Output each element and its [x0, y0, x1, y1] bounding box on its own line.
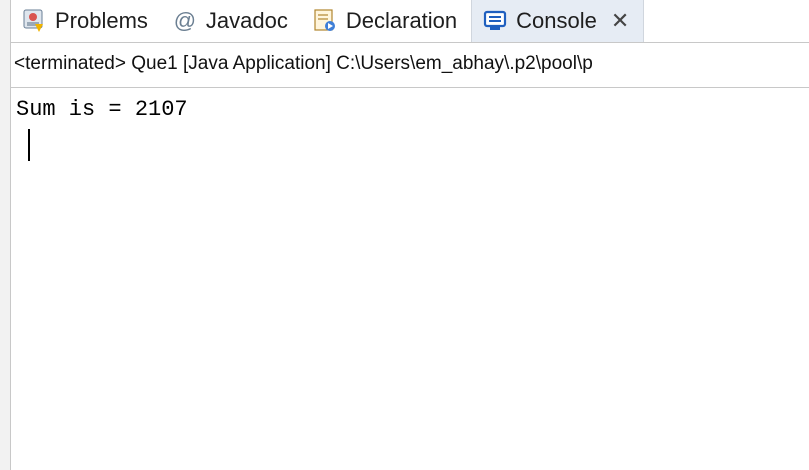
tab-label: Console [516, 8, 597, 33]
console-line: Sum is = 2107 [16, 97, 188, 122]
tab-declaration[interactable]: Declaration [302, 0, 471, 42]
launch-info-bar: <terminated> Que1 [Java Application] C:\… [11, 42, 809, 88]
close-icon[interactable]: ✕ [611, 8, 629, 34]
console-icon [482, 8, 508, 34]
tab-problems[interactable]: Problems [11, 0, 162, 42]
tab-label: Javadoc [205, 8, 288, 33]
view-tab-bar: Problems @ Javadoc Declaration Console ✕ [11, 0, 809, 42]
declaration-icon [312, 8, 338, 34]
text-caret [28, 129, 30, 161]
tab-bar-empty-area [644, 0, 809, 42]
tab-label: Problems [55, 8, 148, 33]
tab-label: Declaration [345, 8, 458, 33]
console-output[interactable]: Sum is = 2107 [11, 89, 809, 470]
left-gutter [0, 0, 11, 470]
problems-icon [21, 8, 47, 34]
at-icon: @ [173, 8, 197, 33]
launch-info-text: <terminated> Que1 [Java Application] C:\… [14, 53, 593, 74]
tab-javadoc[interactable]: @ Javadoc [162, 0, 302, 42]
tab-console[interactable]: Console ✕ [471, 0, 645, 42]
console-view: Problems @ Javadoc Declaration Console ✕… [0, 0, 809, 470]
